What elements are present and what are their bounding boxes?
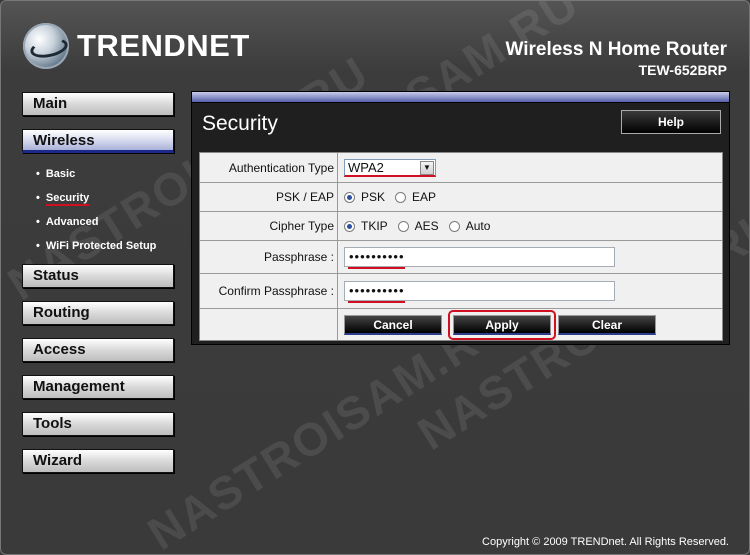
cipher-type-label: Cipher Type xyxy=(200,212,338,240)
auth-type-value: WPA2 xyxy=(348,159,384,175)
security-form: Authentication Type WPA2 ▼ PSK / EAP PSK xyxy=(199,152,723,341)
confirm-passphrase-input[interactable]: •••••••••• xyxy=(344,281,615,303)
aes-radio-label: AES xyxy=(414,219,439,233)
bullet-icon: • xyxy=(36,192,40,204)
bullet-icon: • xyxy=(36,168,40,180)
form-row-confirm-passphrase: Confirm Passphrase : •••••••••• xyxy=(200,274,722,309)
clear-button[interactable]: Clear xyxy=(558,314,656,335)
copyright-footer: Copyright © 2009 TRENDnet. All Rights Re… xyxy=(482,536,729,548)
wireless-submenu: • Basic • Security • Advanced • WiFi Protect… xyxy=(22,162,174,258)
dropdown-arrow-icon[interactable]: ▼ xyxy=(420,160,434,175)
bullet-icon: • xyxy=(36,216,40,228)
passphrase-input[interactable]: •••••••••• xyxy=(344,247,615,269)
subnav-security[interactable]: • Security xyxy=(22,186,174,210)
eap-radio[interactable] xyxy=(395,191,407,203)
nav-wizard[interactable]: Wizard xyxy=(22,449,174,473)
nav-status[interactable]: Status xyxy=(22,264,174,288)
nav-access[interactable]: Access xyxy=(22,338,174,362)
globe-logo-icon xyxy=(23,23,69,69)
subnav-basic[interactable]: • Basic xyxy=(22,162,174,186)
form-row-passphrase: Passphrase : •••••••••• xyxy=(200,241,722,274)
auto-radio[interactable] xyxy=(448,220,460,232)
nav-tools[interactable]: Tools xyxy=(22,412,174,436)
actions-spacer xyxy=(200,309,338,340)
form-row-psk-eap: PSK / EAP PSK EAP xyxy=(200,183,722,212)
cancel-button[interactable]: Cancel xyxy=(344,314,442,335)
bullet-icon: • xyxy=(36,240,40,252)
nav-routing[interactable]: Routing xyxy=(22,301,174,325)
tkip-radio[interactable] xyxy=(344,220,355,232)
form-row-auth: Authentication Type WPA2 ▼ xyxy=(200,153,722,183)
auth-type-label: Authentication Type xyxy=(200,153,338,182)
form-row-cipher: Cipher Type TKIP AES Auto xyxy=(200,212,722,241)
red-underline-mark xyxy=(348,267,405,269)
router-admin-window: NASTROISAM.RU NASTROISAM.RU NASTROISAM.R… xyxy=(0,0,750,555)
nav-main[interactable]: Main xyxy=(22,92,174,116)
psk-radio[interactable] xyxy=(344,191,355,203)
psk-radio-label: PSK xyxy=(361,190,386,204)
nav-management[interactable]: Management xyxy=(22,375,174,399)
auto-radio-label: Auto xyxy=(465,219,491,233)
aes-radio[interactable] xyxy=(397,220,409,232)
logo-text: TRENDNET xyxy=(77,28,250,63)
apply-highlight: Apply xyxy=(448,309,556,340)
sidebar-nav: Main Wireless • Basic • Security • Advanced… xyxy=(22,92,174,486)
panel-header-bar xyxy=(192,92,729,103)
psk-eap-label: PSK / EAP xyxy=(200,183,338,211)
product-info: Wireless N Home Router TEW-652BRP xyxy=(505,39,727,78)
product-name: Wireless N Home Router xyxy=(505,39,727,60)
page-title: Security xyxy=(202,112,278,135)
passphrase-value: •••••••••• xyxy=(349,249,405,264)
apply-button[interactable]: Apply xyxy=(453,314,551,335)
passphrase-label: Passphrase : xyxy=(200,241,338,273)
nav-wireless[interactable]: Wireless xyxy=(22,129,174,153)
confirm-passphrase-value: •••••••••• xyxy=(349,283,405,298)
auth-type-select[interactable]: WPA2 ▼ xyxy=(344,158,436,177)
tkip-radio-label: TKIP xyxy=(361,219,388,233)
confirm-passphrase-label: Confirm Passphrase : xyxy=(200,274,338,308)
subnav-wifi-protected-setup[interactable]: • WiFi Protected Setup xyxy=(22,234,174,258)
product-model: TEW-652BRP xyxy=(638,62,727,78)
red-underline-mark xyxy=(348,301,405,303)
subnav-advanced[interactable]: • Advanced xyxy=(22,210,174,234)
eap-radio-label: EAP xyxy=(412,190,437,204)
trendnet-logo: TRENDNET xyxy=(23,23,250,69)
security-panel: Security Help Authentication Type WPA2 ▼… xyxy=(191,91,730,345)
help-button[interactable]: Help xyxy=(621,110,721,134)
form-row-actions: Cancel Apply Clear xyxy=(200,309,722,340)
